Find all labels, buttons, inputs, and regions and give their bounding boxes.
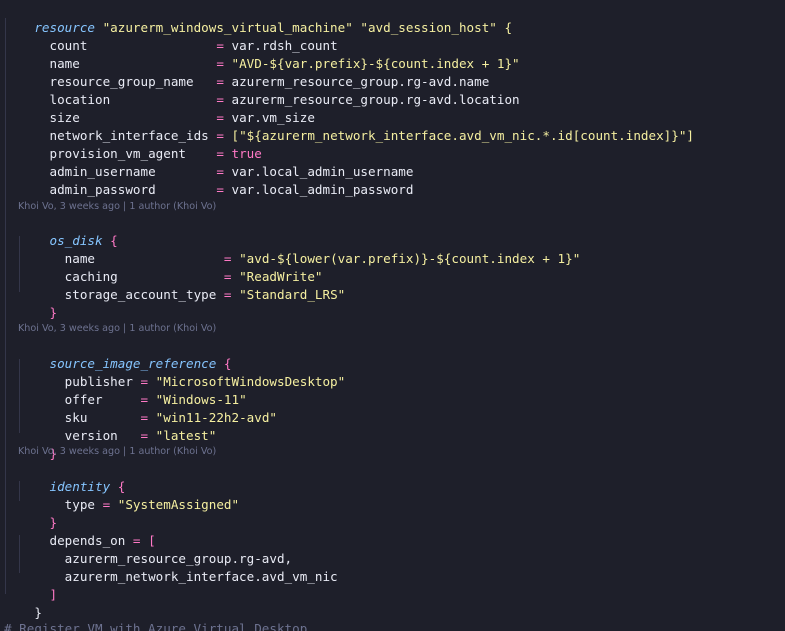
operator: = [223,287,240,302]
code-line[interactable]: sku = "win11-22h2-avd" [4,391,277,425]
code-editor[interactable]: resource "azurerm_windows_virtual_machin… [0,0,785,631]
attr-value: var.local_admin_password [231,182,414,197]
code-line[interactable]: name = "AVD-${var.prefix}-${count.index … [4,37,520,71]
git-blame-codelens[interactable]: Khoi Vo, 3 weeks ago | 1 author (Khoi Vo… [18,200,216,214]
code-line[interactable]: } [4,496,58,530]
code-line[interactable]: admin_username = var.local_admin_usernam… [4,145,414,179]
code-line[interactable]: caching = "ReadWrite" [4,250,323,284]
code-line[interactable]: count = var.rdsh_count [4,19,338,53]
code-line[interactable]: os_disk { [4,214,118,248]
list-item: azurerm_network_interface.avd_vm_nic [34,569,338,584]
git-blame-codelens[interactable]: Khoi Vo, 3 weeks ago | 1 author (Khoi Vo… [18,445,216,459]
brace: } [34,305,58,320]
code-line[interactable]: storage_account_type = "Standard_LRS" [4,268,346,302]
attr-value: "latest" [155,428,217,443]
operator: = [216,182,232,197]
code-line[interactable]: resource_group_name = azurerm_resource_g… [4,55,490,89]
code-line[interactable]: type = "SystemAssigned" [4,478,239,512]
code-line[interactable]: admin_password = var.local_admin_passwor… [4,163,414,197]
code-line[interactable]: resource "azurerm_windows_virtual_machin… [4,1,512,35]
code-line[interactable]: location = azurerm_resource_group.rg-avd… [4,73,520,107]
code-line[interactable]: version = "latest" [4,409,217,443]
code-line[interactable]: network_interface_ids = ["${azurerm_netw… [4,109,695,143]
code-comment[interactable]: # Register VM with Azure Virtual Desktop [4,620,307,631]
code-line[interactable]: offer = "Windows-11" [4,373,247,407]
code-line[interactable]: provision_vm_agent = true [4,127,262,161]
code-line[interactable]: size = var.vm_size [4,91,315,125]
code-line[interactable]: } [4,586,42,620]
attr-key: admin_password [34,182,217,197]
code-line[interactable]: } [4,286,58,320]
attr-value: ["${azurerm_network_interface.avd_vm_nic… [231,128,695,143]
attr-value: "Standard_LRS" [239,287,346,302]
operator: = [140,428,156,443]
brace: } [34,605,42,620]
code-line[interactable]: } [4,427,58,461]
attr-value: "SystemAssigned" [117,497,240,512]
code-line[interactable]: azurerm_network_interface.avd_vm_nic [4,550,338,584]
code-line[interactable]: depends_on = [ [4,514,156,548]
code-line[interactable]: source_image_reference { [4,337,232,371]
code-line[interactable]: azurerm_resource_group.rg-avd, [4,532,292,566]
code-line[interactable]: publisher = "MicrosoftWindowsDesktop" [4,355,346,389]
code-line[interactable]: name = "avd-${lower(var.prefix)}-${count… [4,232,581,266]
attr-key: storage_account_type [34,287,224,302]
code-line[interactable]: ] [4,568,58,602]
operator: = [102,497,118,512]
code-line[interactable]: identity { [4,460,126,494]
git-blame-codelens[interactable]: Khoi Vo, 3 weeks ago | 1 author (Khoi Vo… [18,322,216,336]
